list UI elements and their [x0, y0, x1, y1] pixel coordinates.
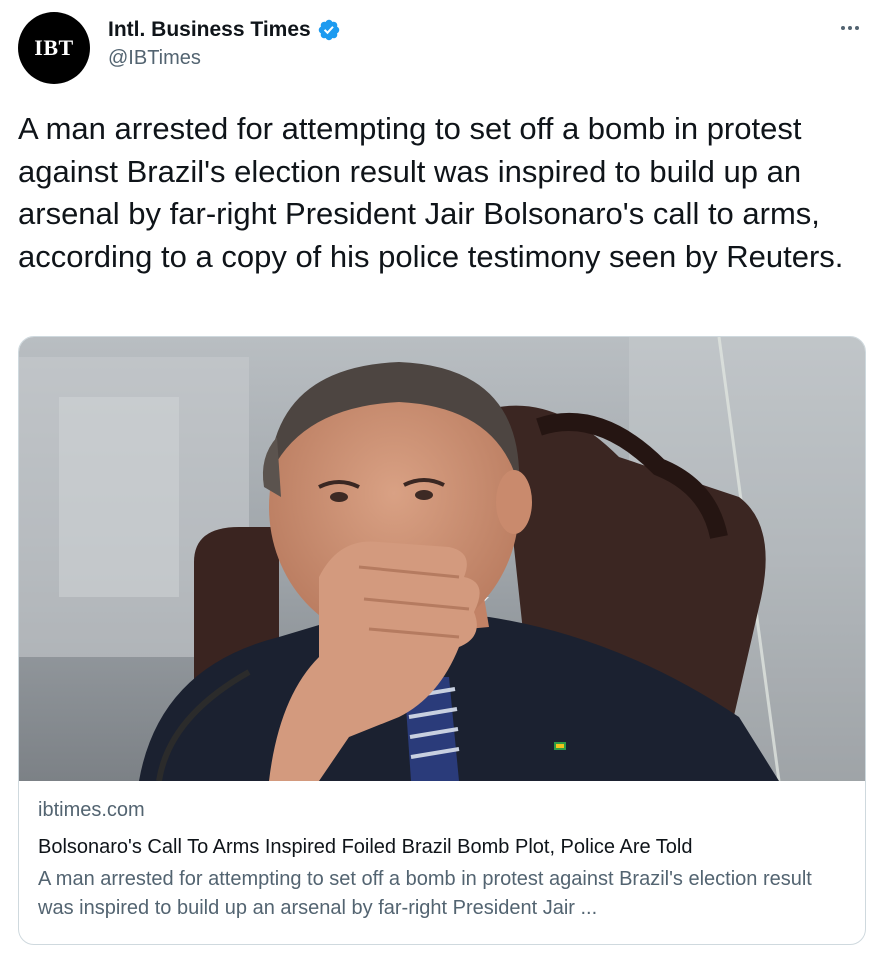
card-image: [19, 337, 865, 781]
verified-badge-icon: [318, 19, 339, 41]
handle[interactable]: @IBTimes: [108, 47, 341, 70]
card-meta: ibtimes.com Bolsonaro's Call To Arms Ins…: [38, 799, 848, 923]
display-name-row: Intl. Business Times: [108, 18, 341, 42]
card-title: Bolsonaro's Call To Arms Inspired Foiled…: [38, 836, 693, 858]
avatar-logo-text: IBT: [34, 35, 74, 60]
display-name[interactable]: Intl. Business Times: [108, 18, 311, 42]
link-card[interactable]: ibtimes.com Bolsonaro's Call To Arms Ins…: [18, 336, 866, 945]
tweet-header: IBT Intl. Business Times @IBTimes: [18, 12, 868, 84]
avatar[interactable]: IBT: [18, 12, 90, 84]
card-domain: ibtimes.com: [38, 799, 145, 821]
more-horizontal-icon[interactable]: [836, 18, 864, 38]
author-names: Intl. Business Times @IBTimes: [108, 18, 341, 70]
tweet-text: A man arrested for attempting to set off…: [18, 111, 844, 274]
card-description: A man arrested for attempting to set off…: [38, 868, 812, 919]
